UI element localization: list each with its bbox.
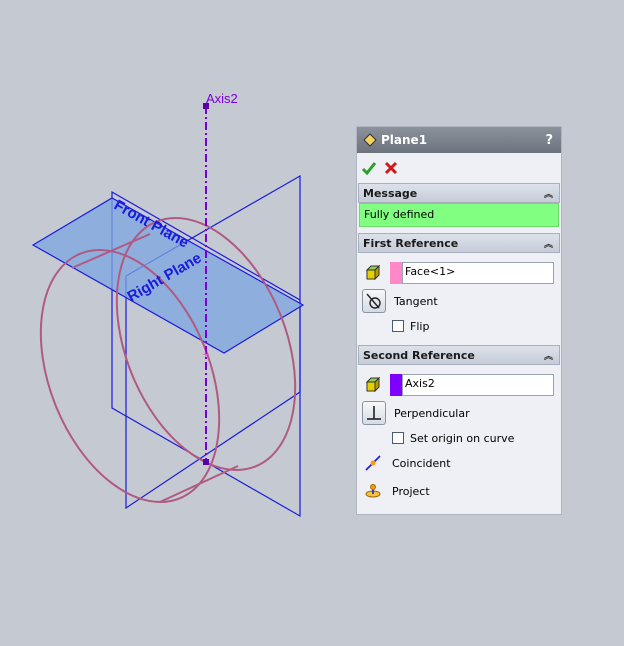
axis-endpoint-bottom[interactable] <box>203 459 209 465</box>
status-message: Fully defined <box>359 203 559 227</box>
origin-marker: + <box>202 350 210 360</box>
cross-icon[interactable] <box>383 160 399 176</box>
selection-color-swatch <box>390 374 402 396</box>
perpendicular-icon[interactable] <box>362 401 386 425</box>
plane-property-manager: Plane1 ? Message ︽ Fully defined First R… <box>356 126 562 515</box>
first-reference-selection-box[interactable]: Face<1> <box>390 262 554 284</box>
tangent-icon[interactable] <box>362 289 386 313</box>
selection-color-swatch <box>390 262 402 284</box>
property-manager-titlebar: Plane1 ? <box>357 127 561 153</box>
collapse-icon[interactable]: ︽ <box>544 187 553 200</box>
second-reference-header[interactable]: Second Reference ︽ <box>358 345 560 365</box>
tangent-option[interactable]: Tangent <box>394 295 438 308</box>
first-reference-value[interactable]: Face<1> <box>402 262 554 284</box>
graphics-viewport[interactable]: Axis2 Front Plane Right Plane + <box>0 0 350 646</box>
set-origin-label[interactable]: Set origin on curve <box>410 432 514 445</box>
second-reference-value[interactable]: Axis2 <box>402 374 554 396</box>
axis-selection-icon <box>362 374 384 396</box>
property-manager-title: Plane1 <box>381 133 428 147</box>
first-reference-header[interactable]: First Reference ︽ <box>358 233 560 253</box>
message-header[interactable]: Message ︽ <box>358 183 560 203</box>
coincident-icon[interactable] <box>362 452 384 474</box>
collapse-icon[interactable]: ︽ <box>544 237 553 250</box>
set-origin-checkbox[interactable] <box>392 432 404 444</box>
project-option[interactable]: Project <box>392 485 430 498</box>
cylinder-edge-bottom <box>159 465 239 503</box>
message-section: Message ︽ Fully defined <box>358 183 560 227</box>
action-bar <box>357 153 561 183</box>
plane-icon <box>363 133 377 147</box>
coincident-option[interactable]: Coincident <box>392 457 451 470</box>
model-view: Axis2 Front Plane Right Plane + <box>31 91 305 518</box>
flip-label[interactable]: Flip <box>410 320 429 333</box>
project-icon[interactable] <box>362 480 384 502</box>
axis-label: Axis2 <box>206 91 238 106</box>
perpendicular-option[interactable]: Perpendicular <box>394 407 470 420</box>
second-reference-section: Second Reference ︽ Axis2 Perpendicular S… <box>358 345 560 505</box>
second-reference-selection-box[interactable]: Axis2 <box>390 374 554 396</box>
help-button[interactable]: ? <box>545 133 553 148</box>
checkmark-icon[interactable] <box>361 160 377 176</box>
flip-checkbox[interactable] <box>392 320 404 332</box>
face-selection-icon <box>362 262 384 284</box>
collapse-icon[interactable]: ︽ <box>544 349 553 362</box>
first-reference-section: First Reference ︽ Face<1> Tangent Flip <box>358 233 560 337</box>
